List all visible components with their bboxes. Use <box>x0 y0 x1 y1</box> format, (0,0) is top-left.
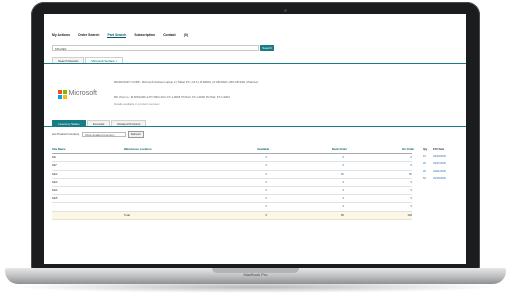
eta-date[interactable]: 03/27/2020 <box>433 160 446 167</box>
table-row: DE3 0 0 0 <box>52 179 412 187</box>
table-row: DE5 0 0 0 <box>52 195 412 204</box>
cell-site: DE4 <box>52 187 58 192</box>
eta-qty: 10 <box>423 155 426 159</box>
brand-name: Microsoft <box>68 90 97 98</box>
top-nav: My Actions Order Search Part Search Subs… <box>52 33 188 39</box>
header-available[interactable]: Available <box>257 146 269 153</box>
header-onorder[interactable]: On Order <box>402 146 414 153</box>
header-qty: Qty <box>423 148 428 151</box>
eta-qty: 20 <box>423 162 426 166</box>
cell-available[interactable]: 0 <box>257 179 267 186</box>
search-button[interactable]: Search <box>260 45 274 51</box>
eta-row: 10 03/23/2020 <box>423 153 463 160</box>
eta-row: 20 03/27/2020 <box>423 160 463 167</box>
cell-backorder[interactable]: 0 <box>332 162 344 169</box>
eta-table: Qty ETA Date 10 03/23/2020 20 03/27/2020 20 0… <box>423 146 463 182</box>
cell-backorder[interactable]: 0 <box>332 187 344 194</box>
cell-available[interactable]: 0 <box>257 195 267 202</box>
cell-onorder[interactable]: 0 <box>402 203 412 210</box>
device-label: MacBook Pro <box>243 272 268 277</box>
eta-date[interactable]: 03/23/2020 <box>433 153 446 160</box>
cell-onorder[interactable]: 0 <box>402 195 412 202</box>
cell-available[interactable]: 0 <box>257 162 267 169</box>
table-row: DE 0 0 0 <box>52 154 412 163</box>
product-part-numbers: Mfr. Part no.: M-MSSURF-2-PT MFG Part: F… <box>114 95 230 99</box>
header-warehouse[interactable]: Warehouse Location <box>124 146 151 153</box>
cell-site: DE3 <box>52 179 58 184</box>
nav-contact[interactable]: Contact <box>163 33 176 38</box>
table-row: 0 0 0 <box>52 203 412 212</box>
logo-square-yellow <box>62 94 67 99</box>
cell-onorder[interactable]: 0 <box>402 187 412 194</box>
cell-site: DE* <box>52 163 57 168</box>
nav-order-search[interactable]: Order Search <box>78 33 100 38</box>
cell-onorder[interactable]: 0 <box>402 162 412 169</box>
eta-qty: 20 <box>423 169 426 173</box>
total-onorder: 100 <box>407 212 412 217</box>
tab-divider <box>44 63 466 64</box>
logo-square-green <box>62 90 67 94</box>
cell-backorder[interactable]: 0 <box>332 203 344 210</box>
cell-available[interactable]: 0 <box>257 187 267 194</box>
filter-label: List Product Inventory: <box>52 131 80 136</box>
nav-subscription[interactable]: Subscription <box>134 33 155 38</box>
inventory-select[interactable]: Show detailed inventory <box>81 132 126 137</box>
nav-part-search[interactable]: Part Search <box>107 33 127 39</box>
cell-available[interactable]: 0 <box>257 203 267 210</box>
header-eta-date: ETA Date <box>433 148 445 151</box>
eta-header-row: Qty ETA Date <box>423 146 463 153</box>
total-backorder: 50 <box>340 212 344 217</box>
cell-backorder[interactable]: 0 <box>332 195 344 202</box>
search-input[interactable]: MS-DEF <box>52 45 259 51</box>
total-label: Total <box>124 212 130 217</box>
cell-onorder[interactable]: 0 <box>402 154 412 161</box>
cell-backorder[interactable]: 0 <box>332 154 344 161</box>
cell-site: DE5 <box>52 196 58 201</box>
microsoft-logo: Microsoft <box>58 90 97 99</box>
table-row: DE* 0 0 0 <box>52 162 412 171</box>
inventory-table: Site Name Warehouse Location Available B… <box>52 146 414 220</box>
subtab-divider <box>44 126 466 127</box>
table-row: DE2 0 50 50 <box>52 171 412 179</box>
logo-square-red <box>58 90 62 94</box>
eta-date[interactable]: 04/01/2020 <box>433 168 446 175</box>
microsoft-logo-icon <box>58 90 67 99</box>
product-details-note: Details available in product overview <box>114 102 160 106</box>
camera-icon <box>284 9 287 12</box>
logo-square-blue <box>58 94 62 99</box>
eta-qty: 50 <box>423 176 426 180</box>
nav-cart-count[interactable]: (0) <box>184 33 188 38</box>
table-row: DE4 0 0 0 <box>52 187 412 196</box>
eta-row: 20 04/01/2020 <box>423 168 463 175</box>
eta-date[interactable]: 04/15/2020 <box>433 175 446 182</box>
cell-backorder[interactable]: 0 <box>332 179 344 186</box>
cell-onorder[interactable]: 50 <box>402 171 412 178</box>
nav-my-actions[interactable]: My Actions <box>52 33 70 38</box>
header-backorder[interactable]: Back Order <box>332 146 347 153</box>
product-description: MICROSOFT CORP - Microsoft Surface Lapto… <box>114 80 259 84</box>
cell-available[interactable]: 0 <box>257 171 267 178</box>
refresh-button[interactable]: Refresh <box>127 131 144 138</box>
cell-onorder[interactable]: 0 <box>402 179 412 186</box>
cell-available[interactable]: 0 <box>257 154 267 161</box>
cell-site: DE2 <box>52 171 58 176</box>
cell-site: DE <box>52 155 56 160</box>
total-available: 0 <box>265 212 267 217</box>
laptop-screen: My Actions Order Search Part Search Subs… <box>44 14 466 264</box>
table-header-row: Site Name Warehouse Location Available B… <box>52 146 414 155</box>
inventory-filter: List Product Inventory: Show detailed in… <box>52 131 144 138</box>
cell-backorder[interactable]: 50 <box>332 171 344 178</box>
header-site[interactable]: Site Name <box>52 146 66 153</box>
eta-row: 50 04/15/2020 <box>423 175 463 182</box>
table-total-row: Total 0 50 100 <box>52 211 412 220</box>
